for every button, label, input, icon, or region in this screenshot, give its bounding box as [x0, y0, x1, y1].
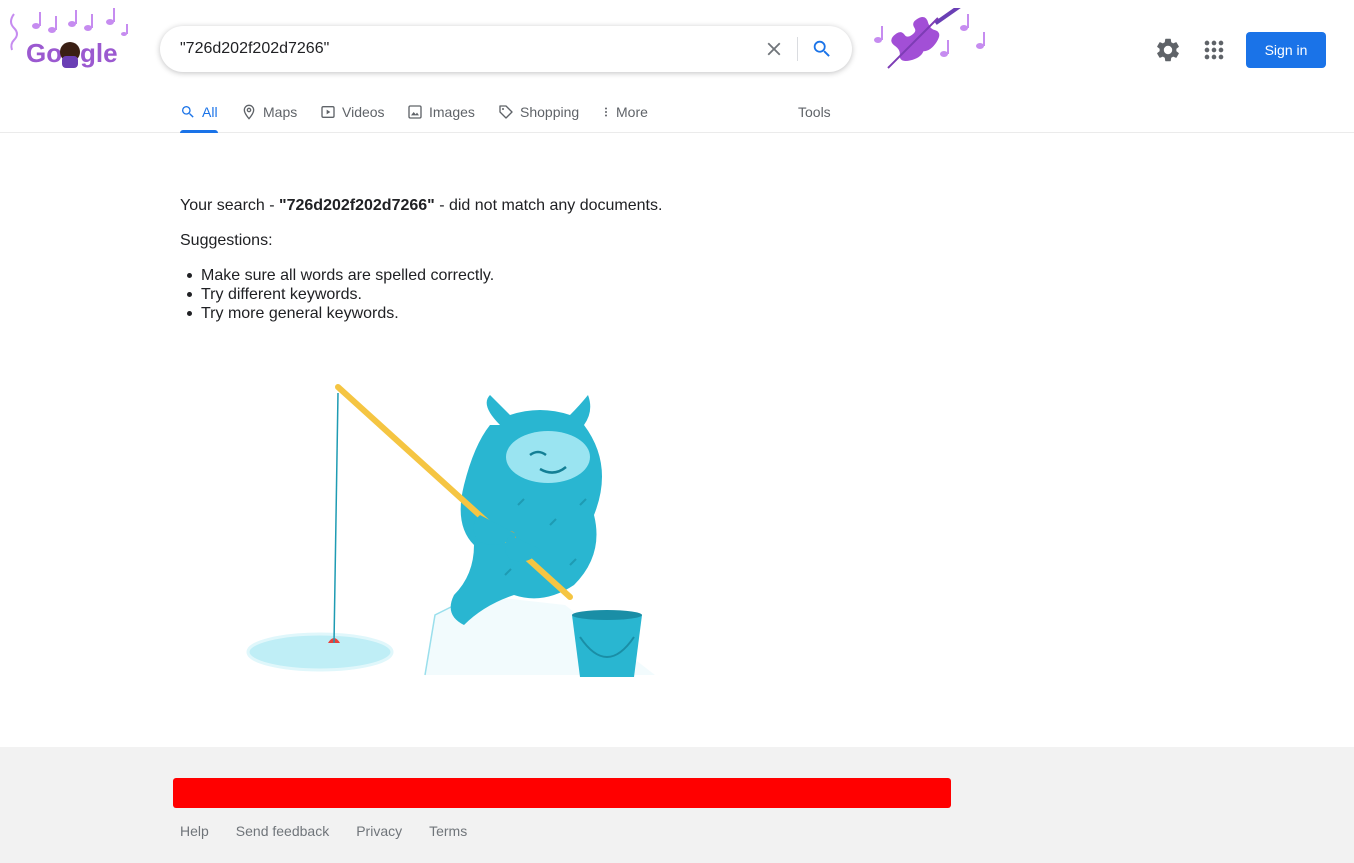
message-suffix: - did not match any documents. — [434, 197, 663, 214]
map-pin-icon — [243, 104, 255, 120]
header: Go gle "726d202f202d7266" Sign in — [0, 0, 1354, 92]
suggestions-list: Make sure all words are spelled correctl… — [180, 266, 880, 323]
violin-doodle[interactable] — [868, 8, 994, 74]
no-results-message: Your search - "726d202f202d7266" - did n… — [180, 196, 880, 216]
footer-links: Help Send feedback Privacy Terms — [180, 823, 494, 839]
footer-link-help[interactable]: Help — [180, 823, 209, 839]
tab-images[interactable]: Images — [407, 92, 475, 132]
more-vert-icon — [605, 107, 607, 117]
settings-button[interactable] — [1154, 36, 1182, 64]
tab-label: All — [202, 104, 218, 120]
fishing-monster-illustration — [246, 384, 655, 677]
clear-button[interactable] — [760, 35, 788, 63]
sign-in-button[interactable]: Sign in — [1246, 32, 1326, 68]
tab-more[interactable]: More — [600, 92, 648, 132]
footer-link-send-feedback[interactable]: Send feedback — [236, 823, 329, 839]
divider — [797, 37, 798, 61]
message-prefix: Your search - — [180, 197, 280, 214]
tab-all[interactable]: All — [180, 92, 218, 133]
tab-shopping[interactable]: Shopping — [498, 92, 579, 132]
image-icon — [408, 105, 422, 119]
no-results-section: Your search - "726d202f202d7266" - did n… — [180, 196, 880, 323]
footer: Help Send feedback Privacy Terms — [0, 747, 1354, 863]
tab-label: Shopping — [520, 104, 580, 120]
tab-label: More — [616, 104, 648, 120]
tab-label: Videos — [342, 104, 385, 120]
search-input[interactable] — [180, 26, 740, 72]
tools-button[interactable]: Tools — [798, 92, 831, 132]
tools-label: Tools — [798, 104, 831, 120]
tab-label: Maps — [263, 104, 298, 120]
suggestions-label: Suggestions: — [180, 232, 273, 249]
search-tabs: All Maps Videos Images Shopping More Too… — [0, 92, 1354, 133]
apps-grid-icon — [1204, 40, 1224, 60]
suggestion-item: Try different keywords. — [180, 285, 880, 304]
tab-maps[interactable]: Maps — [241, 92, 297, 132]
tab-videos[interactable]: Videos — [320, 92, 385, 132]
suggestion-item: Make sure all words are spelled correctl… — [180, 266, 880, 285]
search-icon — [182, 106, 194, 118]
apps-button[interactable] — [1200, 36, 1228, 64]
svg-text:gle: gle — [80, 38, 118, 68]
search-button[interactable] — [808, 35, 836, 63]
footer-link-terms[interactable]: Terms — [429, 823, 467, 839]
search-icon — [813, 40, 830, 57]
suggestion-item: Try more general keywords. — [180, 304, 880, 323]
play-icon — [321, 106, 335, 118]
red-banner — [173, 778, 951, 808]
tab-label: Images — [429, 104, 475, 120]
searched-query: "726d202f202d7266" — [279, 197, 435, 214]
svg-text:Go: Go — [26, 38, 62, 68]
google-doodle-logo[interactable]: Go gle — [0, 4, 140, 80]
gear-icon — [1157, 38, 1179, 62]
search-bar — [160, 26, 852, 72]
footer-link-privacy[interactable]: Privacy — [356, 823, 402, 839]
close-icon — [767, 42, 781, 56]
tag-icon — [499, 105, 513, 119]
